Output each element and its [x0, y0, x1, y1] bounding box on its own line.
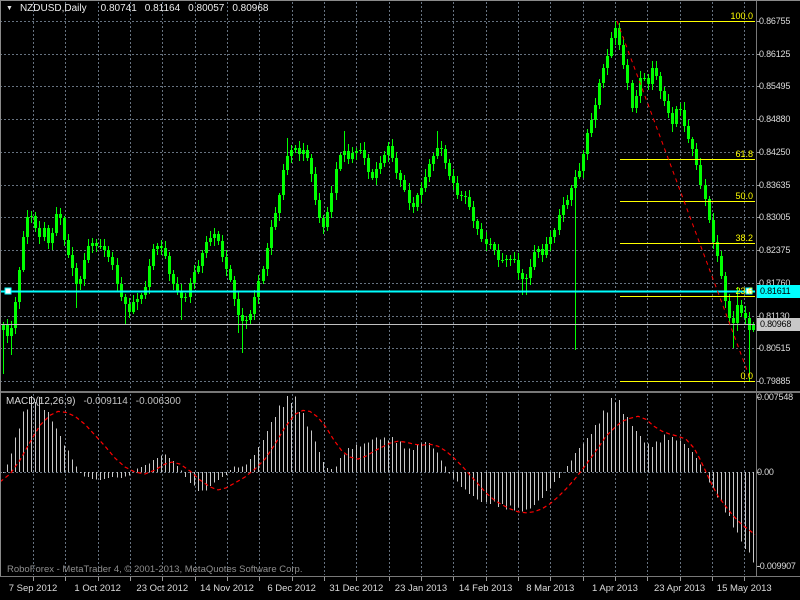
time-axis-label: 23 Apr 2013: [653, 583, 706, 594]
macd-signal-value: -0.006300: [135, 396, 181, 407]
panel-separator[interactable]: [0, 391, 800, 393]
price-axis-label: 0.82375: [759, 245, 791, 256]
ohlc-high: 0.81164: [144, 3, 181, 14]
time-axis-label: 23 Jan 2013: [394, 583, 448, 594]
macd-main-value: -0.009114: [83, 396, 128, 407]
fib-level-label: 61.8: [735, 148, 753, 159]
time-axis-label: 8 Mar 2013: [526, 583, 575, 594]
time-axis-label: 15 May 2013: [716, 583, 772, 594]
chart-canvas[interactable]: [0, 0, 800, 600]
time-axis-label: 14 Nov 2012: [200, 583, 254, 594]
chart-dropdown-icon[interactable]: ▼: [6, 5, 13, 12]
bid-price-tag: 0.80968: [756, 318, 800, 331]
macd-indicator-label: MACD(12,26,9) -0.009114 -0.006300: [6, 396, 181, 407]
fib-level-label: 50.0: [735, 190, 753, 201]
price-axis-label: 0.86125: [759, 48, 791, 59]
price-axis-label: 0.85495: [759, 81, 791, 92]
price-axis-label: 0.83005: [759, 212, 791, 223]
time-axis-label: 23 Oct 2012: [136, 583, 189, 594]
copyright-text: RoboForex - MetaTrader 4, © 2001-2013, M…: [7, 564, 303, 575]
price-axis-label: 0.84250: [759, 146, 791, 157]
macd-axis-zero-label: 0.00: [757, 467, 774, 477]
symbol-period-label: NZDUSD,Daily: [19, 3, 87, 14]
price-axis-label: 0.86755: [759, 16, 791, 26]
fib-level-label: 38.2: [735, 232, 753, 243]
fibonacci-retracement[interactable]: [616, 20, 755, 382]
ohlc-low: 0.80057: [188, 3, 225, 14]
fib-level-label: 0.0: [740, 370, 753, 381]
price-axis-separator: [756, 0, 757, 576]
time-axis-label: 14 Feb 2013: [458, 583, 513, 594]
mt4-chart-window: ▼ NZDUSD,Daily 0.80741 0.81164 0.80057 0.8096…: [0, 0, 800, 600]
time-axis-label: 1 Apr 2013: [591, 583, 638, 594]
price-axis-label: 0.80515: [759, 343, 791, 354]
time-axis-label: 6 Dec 2012: [267, 583, 316, 594]
line-end-marker[interactable]: [4, 287, 12, 295]
macd-name: MACD(12,26,9): [6, 396, 76, 407]
fib-level-label: 23.6: [735, 285, 753, 296]
time-axis-label: 31 Dec 2012: [329, 583, 384, 594]
price-axis-label: 0.83635: [759, 179, 791, 190]
window-border-top: [0, 0, 800, 1]
macd-histogram: [3, 396, 754, 563]
price-axis-label: 0.84880: [759, 114, 791, 125]
time-axis-label: 7 Sep 2012: [8, 583, 58, 594]
current-price-tag: 0.81611: [756, 285, 800, 298]
time-axis-separator: [0, 576, 800, 577]
chart-title: ▼ NZDUSD,Daily 0.80741 0.81164 0.80057 0.8096…: [6, 3, 276, 14]
ohlc-close: 0.80968: [232, 3, 269, 14]
price-axis-label: 0.79885: [759, 376, 791, 386]
fib-level-label: 100.0: [730, 10, 753, 21]
ohlc-open: 0.80741: [100, 3, 137, 14]
time-axis-label: 1 Oct 2012: [74, 583, 121, 594]
window-border-left: [0, 0, 1, 576]
macd-axis-max-label: 0.007548: [757, 392, 793, 402]
macd-axis-min-label: -0.009907: [757, 561, 796, 571]
